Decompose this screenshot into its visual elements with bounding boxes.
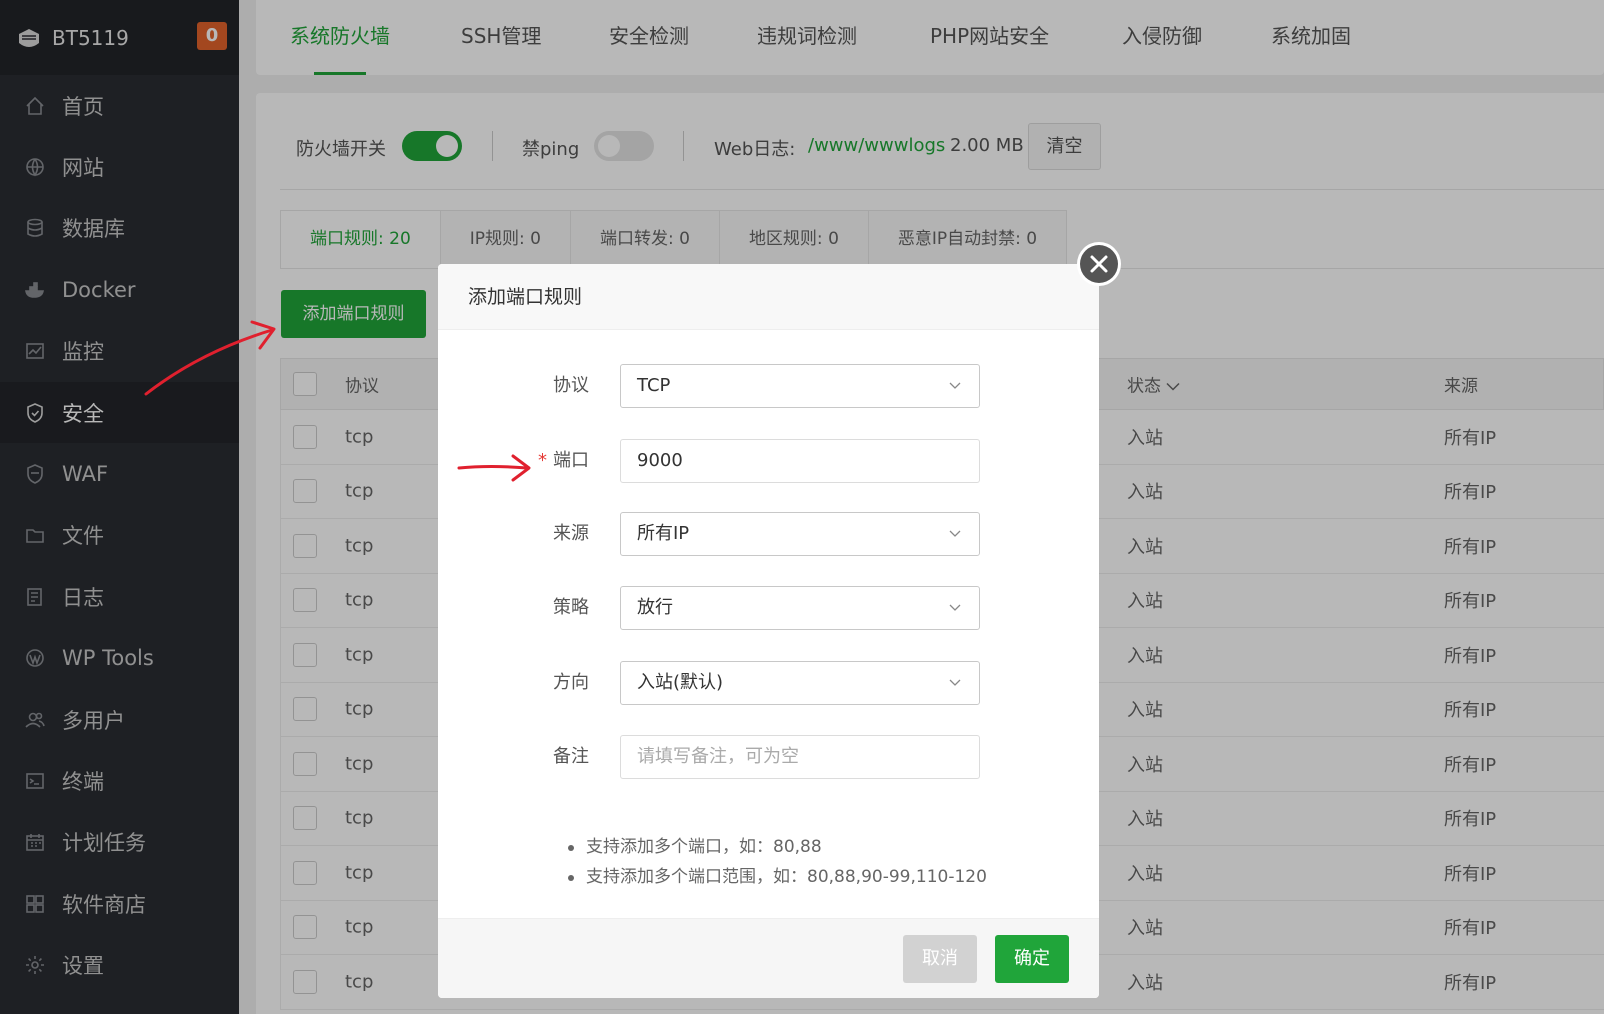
source-label: 来源 — [553, 523, 589, 544]
hint-item: 支持添加多个端口，如：80,88 — [568, 832, 987, 862]
add-port-rule-dialog: 添加端口规则 协议 TCP * 端口 9000 来源 所有IP 策略 放行 方向 … — [438, 264, 1099, 998]
dialog-title: 添加端口规则 — [438, 264, 1099, 330]
protocol-row: 协议 TCP — [438, 364, 1099, 408]
note-input[interactable]: 请填写备注，可为空 — [620, 735, 980, 779]
source-select[interactable]: 所有IP — [620, 512, 980, 556]
policy-select[interactable]: 放行 — [620, 586, 980, 630]
port-row: * 端口 9000 — [438, 439, 1099, 483]
hint-list: 支持添加多个端口，如：80,88 支持添加多个端口范围，如：80,88,90-9… — [568, 832, 987, 892]
direction-label: 方向 — [553, 672, 589, 693]
hint-item: 支持添加多个端口范围，如：80,88,90-99,110-120 — [568, 862, 987, 892]
protocol-label: 协议 — [553, 375, 589, 396]
dialog-footer: 取消 确定 — [438, 918, 1099, 998]
direction-row: 方向 入站(默认) — [438, 661, 1099, 705]
direction-select[interactable]: 入站(默认) — [620, 661, 980, 705]
cancel-button[interactable]: 取消 — [903, 935, 977, 983]
protocol-select[interactable]: TCP — [620, 364, 980, 408]
note-label: 备注 — [553, 746, 589, 767]
chevron-down-icon — [949, 530, 961, 537]
confirm-button[interactable]: 确定 — [995, 935, 1069, 983]
required-marker: * — [538, 450, 547, 471]
chevron-down-icon — [949, 604, 961, 611]
note-row: 备注 请填写备注，可为空 — [438, 735, 1099, 779]
port-input[interactable]: 9000 — [620, 439, 980, 483]
policy-row: 策略 放行 — [438, 586, 1099, 630]
chevron-down-icon — [949, 382, 961, 389]
port-label: * 端口 — [538, 450, 589, 471]
close-dialog-button[interactable] — [1077, 242, 1121, 286]
chevron-down-icon — [949, 679, 961, 686]
annotation-arrow-icon — [457, 454, 531, 482]
annotation-arrow-icon — [144, 320, 276, 396]
source-row: 来源 所有IP — [438, 512, 1099, 556]
policy-label: 策略 — [553, 597, 589, 618]
close-icon — [1080, 245, 1118, 283]
